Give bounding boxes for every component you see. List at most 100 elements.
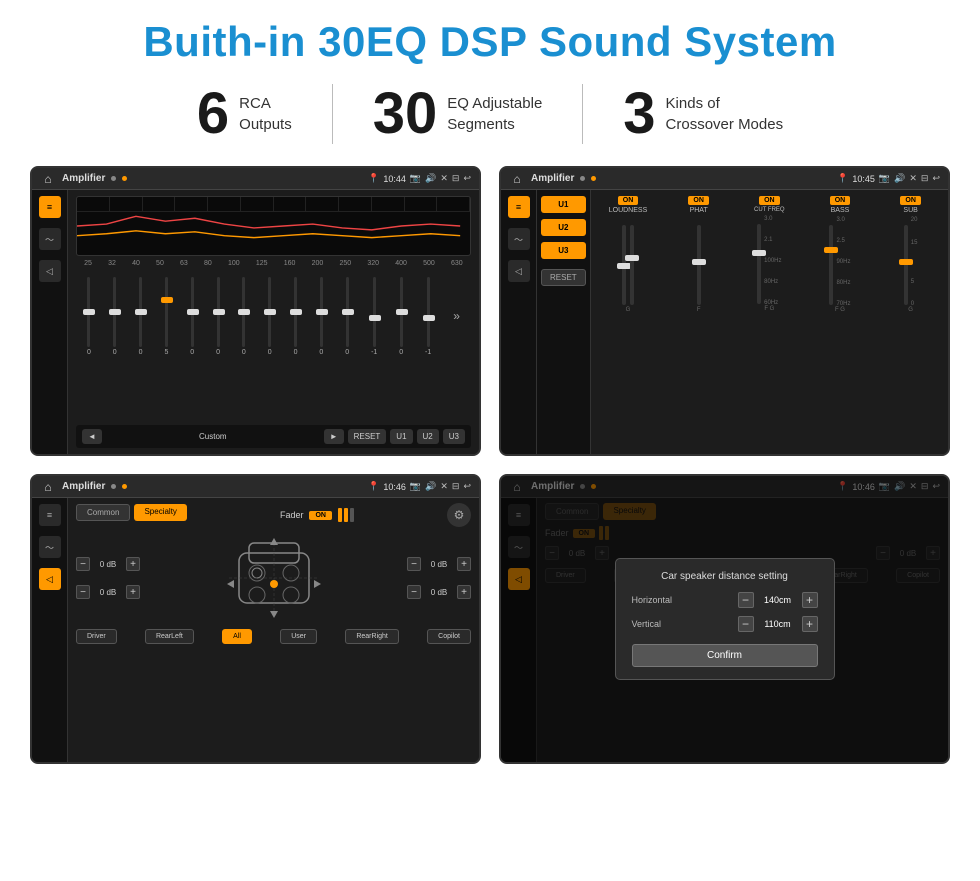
eq-prev-button[interactable]: ◄ [82,429,102,444]
slider-thumb-6[interactable] [213,309,225,315]
rearright-button[interactable]: RearRight [345,629,399,644]
slider-thumb-9[interactable] [290,309,302,315]
stat-eq-label: EQ AdjustableSegments [447,93,542,135]
slider-thumb-13[interactable] [396,309,408,315]
wave-icon-3[interactable]: 〜 [39,536,61,558]
eq-slider-9: 0 [294,271,298,361]
copilot-button[interactable]: Copilot [427,629,471,644]
vol-plus-1[interactable]: + [126,557,140,571]
home-icon-3[interactable]: ⌂ [40,479,56,495]
channel-loudness: ON LOUDNESS G [606,196,650,313]
slider-track-1[interactable] [87,277,90,347]
eq-next-button[interactable]: ► [324,429,344,444]
preset-u3-button[interactable]: U3 [541,242,586,259]
phat-slider[interactable] [697,225,701,305]
slider-track-2[interactable] [113,277,116,347]
eq-u3-button[interactable]: U3 [443,429,465,444]
screen-distance: ⌂ Amplifier 📍 10:46 📷 🔊 ✕ ⊟ ↩ ≡ 〜 [499,474,950,764]
slider-track-7[interactable] [242,277,245,347]
slider-track-5[interactable] [191,277,194,347]
slider-track-8[interactable] [268,277,271,347]
slider-thumb-10[interactable] [316,309,328,315]
eq-icon[interactable]: ≡ [39,196,61,218]
user-button[interactable]: User [280,629,317,644]
cutfreq-thumb-1[interactable] [752,250,766,256]
driver-button[interactable]: Driver [76,629,117,644]
vol-minus-1[interactable]: − [76,557,90,571]
speaker-icon-2[interactable]: ◁ [508,260,530,282]
sub-thumb[interactable] [899,259,913,265]
slider-track-14[interactable] [427,277,430,347]
vol-plus-4[interactable]: + [457,585,471,599]
screen-distance-content: ≡ 〜 ◁ Common Specialty Fader ON [501,498,948,762]
all-button[interactable]: All [222,629,252,644]
home-icon[interactable]: ⌂ [40,171,56,187]
slider-track-4[interactable] [165,277,168,347]
left-vol-group: − 0 dB + − 0 dB + [76,557,140,599]
crossover-reset-button[interactable]: RESET [541,269,586,286]
volume-icon-2: 🔊 [894,173,905,184]
wave-icon[interactable]: 〜 [39,228,61,250]
eq-icon-2[interactable]: ≡ [508,196,530,218]
eq-icon-3[interactable]: ≡ [39,504,61,526]
tab-common[interactable]: Common [76,504,130,521]
slider-thumb-11[interactable] [342,309,354,315]
speaker-icon-3[interactable]: ◁ [39,568,61,590]
slider-thumb-4[interactable] [161,297,173,303]
slider-thumb-3[interactable] [135,309,147,315]
loudness-name: LOUDNESS [609,207,648,214]
slider-thumb-14[interactable] [423,315,435,321]
slider-track-3[interactable] [139,277,142,347]
phat-thumb[interactable] [692,259,706,265]
bass-slider[interactable] [829,225,833,305]
bass-thumb[interactable] [824,247,838,253]
tab-specialty[interactable]: Specialty [134,504,186,521]
eq-u1-button[interactable]: U1 [390,429,412,444]
vertical-ctrl: − 110cm + [738,616,818,632]
cutfreq-slider-1[interactable] [757,224,761,304]
slider-track-9[interactable] [294,277,297,347]
slider-track-10[interactable] [320,277,323,347]
eq-u2-button[interactable]: U2 [417,429,439,444]
vertical-plus-button[interactable]: + [802,616,818,632]
loudness-thumb-2[interactable] [625,255,639,261]
confirm-button[interactable]: Confirm [632,644,818,667]
vertical-value: 110cm [758,619,798,629]
preset-u2-button[interactable]: U2 [541,219,586,236]
rearleft-button[interactable]: RearLeft [145,629,194,644]
preset-u1-button[interactable]: U1 [541,196,586,213]
eq-reset-button[interactable]: RESET [348,429,387,444]
loudness-slider-2[interactable] [630,225,634,305]
stats-row: 6 RCAOutputs 30 EQ AdjustableSegments 3 … [30,84,950,144]
vol-ctrl-3: − 0 dB + [407,557,471,571]
vol-minus-2[interactable]: − [76,585,90,599]
scroll-right-icon[interactable]: » [453,309,460,323]
vertical-minus-button[interactable]: − [738,616,754,632]
vol-minus-3[interactable]: − [407,557,421,571]
stat-rca-number: 6 [197,85,229,143]
vol-minus-4[interactable]: − [407,585,421,599]
sub-slider[interactable] [904,225,908,305]
home-icon-2[interactable]: ⌂ [509,171,525,187]
slider-track-11[interactable] [346,277,349,347]
loudness-slider-1[interactable] [622,225,626,305]
loudness-thumb-1[interactable] [617,263,631,269]
topbar-time-crossover: 10:45 [852,174,875,184]
wave-icon-2[interactable]: 〜 [508,228,530,250]
slider-track-6[interactable] [217,277,220,347]
slider-thumb-12[interactable] [369,315,381,321]
slider-thumb-5[interactable] [187,309,199,315]
slider-val-14: -1 [425,349,431,356]
horizontal-minus-button[interactable]: − [738,592,754,608]
slider-track-13[interactable] [400,277,403,347]
horizontal-plus-button[interactable]: + [802,592,818,608]
vol-plus-2[interactable]: + [126,585,140,599]
slider-track-12[interactable] [373,277,376,347]
slider-thumb-7[interactable] [238,309,250,315]
slider-thumb-1[interactable] [83,309,95,315]
slider-thumb-2[interactable] [109,309,121,315]
slider-thumb-8[interactable] [264,309,276,315]
vol-plus-3[interactable]: + [457,557,471,571]
speaker-icon[interactable]: ◁ [39,260,61,282]
settings-icon[interactable]: ⚙ [447,503,471,527]
